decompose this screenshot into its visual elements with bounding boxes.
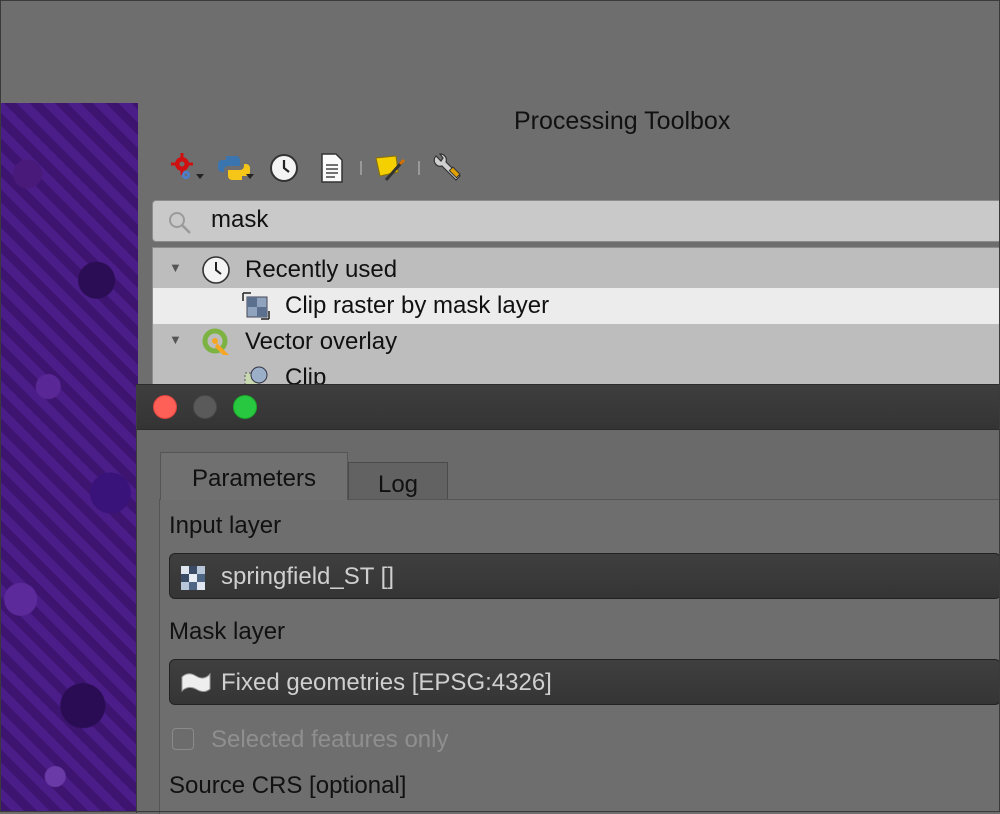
tab-label: Log [377,471,419,498]
map-canvas[interactable] [0,103,139,812]
polygon-layer-icon [181,672,211,693]
close-window-button[interactable] [153,395,177,419]
history-icon[interactable] [260,150,308,186]
tab-parameters[interactable]: Parameters [160,452,348,500]
tree-group-recently-used[interactable]: ▼ Recently used [153,252,1000,288]
clip-raster-dialog: Parameters Log Input layer springfield_S… [136,384,1000,814]
input-layer-label: Input layer [169,512,282,539]
toolbox-title: Processing Toolbox [514,107,731,135]
selected-features-label: Selected features only [211,726,449,753]
tree-item-clip-raster-by-mask[interactable]: Clip raster by mask layer [153,288,1000,324]
clock-icon [202,256,230,284]
mask-layer-label: Mask layer [169,618,286,645]
tab-log[interactable]: Log [348,462,448,500]
qgis-logo-icon [202,328,229,355]
dialog-titlebar[interactable] [137,385,1000,430]
mask-layer-value: Fixed geometries [EPSG:4326] [221,669,552,696]
toolbar-separator [360,161,362,175]
maximize-window-button[interactable] [233,395,257,419]
minimize-window-button[interactable] [193,395,217,419]
search-icon [169,212,191,234]
algorithm-search-box[interactable] [152,200,1000,242]
options-wrench-icon[interactable] [424,150,472,186]
results-viewer-icon[interactable] [308,150,356,186]
processing-toolbox-panel: Processing Toolbox mask ▼ Recently used … [138,103,1000,387]
mask-layer-select[interactable]: Fixed geometries [EPSG:4326] [169,659,1000,705]
tab-label: Parameters [191,465,317,492]
tree-group-label: Vector overlay [245,328,398,355]
source-crs-label: Source CRS [optional] [169,772,407,799]
raster-clip-icon [242,292,270,320]
tree-group-vector-overlay[interactable]: ▼ Vector overlay [153,324,1000,360]
models-gear-icon[interactable] [164,150,212,186]
selected-features-checkbox[interactable] [172,728,194,750]
tree-group-label: Recently used [245,256,398,283]
expand-arrow-icon[interactable]: ▼ [169,332,182,347]
algorithm-tree[interactable]: ▼ Recently used Clip raster by mask laye… [152,247,1000,387]
search-input[interactable] [211,206,911,234]
tree-item-label: Clip raster by mask layer [285,292,550,319]
input-layer-value: springfield_ST [] [221,563,394,590]
edit-features-icon[interactable] [366,150,414,186]
tree-item-clip[interactable]: Clip [153,360,1000,386]
python-icon[interactable] [212,150,260,186]
expand-arrow-icon[interactable]: ▼ [169,260,182,275]
raster-layer-icon [181,566,205,590]
parameters-panel [159,499,1000,814]
input-layer-select[interactable]: springfield_ST [] [169,553,1000,599]
toolbar-separator [418,161,420,175]
toolbox-toolbar [164,150,472,186]
